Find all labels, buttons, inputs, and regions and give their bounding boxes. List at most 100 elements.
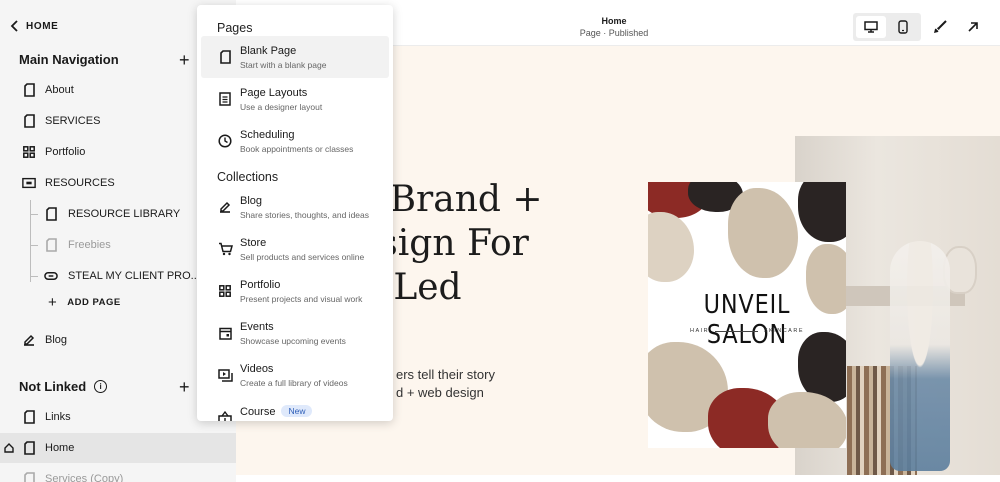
paint-blot bbox=[798, 182, 846, 242]
pages-heading: Pages bbox=[217, 21, 253, 35]
menu-item-title: Blank Page bbox=[240, 45, 297, 57]
menu-item-title: Scheduling bbox=[240, 129, 295, 141]
page-status: Page · Published bbox=[579, 28, 649, 38]
paint-blot bbox=[648, 212, 694, 282]
not-linked-title: Not Linked bbox=[19, 379, 87, 394]
sidebar-item-label: Blog bbox=[45, 334, 68, 346]
design-brush-button[interactable] bbox=[930, 17, 950, 37]
chevron-left-icon bbox=[10, 20, 18, 32]
sidebar-item-label: About bbox=[45, 84, 74, 96]
menu-item-title: Page Layouts bbox=[240, 87, 308, 99]
page-icon bbox=[217, 49, 233, 65]
desktop-view-button[interactable] bbox=[856, 16, 886, 38]
clock-icon bbox=[217, 133, 233, 149]
mobile-view-button[interactable] bbox=[888, 16, 918, 38]
card-tag-divider bbox=[715, 330, 758, 332]
arrow-up-right-icon bbox=[968, 22, 978, 32]
menu-item-subtitle: Sell products and services online bbox=[240, 252, 365, 262]
course-title: Course bbox=[240, 406, 276, 418]
not-linked-header: Not Linked i + bbox=[19, 378, 190, 396]
menu-item-videos[interactable]: Videos Create a full library of videos bbox=[201, 354, 389, 396]
menu-item-subtitle: Use a designer layout bbox=[240, 102, 323, 112]
hero-sub-line-1: ers tell their story bbox=[396, 367, 495, 382]
video-library-icon bbox=[217, 367, 233, 383]
menu-item-title: Course New bbox=[240, 405, 313, 418]
menu-item-scheduling[interactable]: Scheduling Book appointments or classes bbox=[201, 120, 389, 162]
paint-blot bbox=[728, 188, 798, 278]
add-main-nav-button[interactable]: + bbox=[179, 51, 190, 69]
main-navigation-header: Main Navigation + bbox=[19, 51, 190, 69]
folder-icon bbox=[22, 176, 36, 190]
add-page-label: ADD PAGE bbox=[67, 297, 121, 308]
add-page-button[interactable]: + ADD PAGE bbox=[48, 294, 121, 311]
sidebar-item-label: Home bbox=[45, 442, 75, 454]
page-icon bbox=[22, 441, 36, 455]
page-icon bbox=[22, 410, 36, 424]
add-page-menu: Pages Blank Page Start with a blank page… bbox=[197, 5, 393, 421]
menu-item-blog[interactable]: Blog Share stories, thoughts, and ideas bbox=[201, 186, 389, 228]
sidebar-item-label: Services (Copy) bbox=[45, 473, 124, 482]
home-back-link[interactable]: HOME bbox=[10, 20, 58, 32]
menu-item-title: Events bbox=[240, 321, 274, 333]
paintbrush-icon bbox=[934, 20, 947, 33]
page-icon bbox=[22, 83, 36, 97]
new-badge: New bbox=[281, 405, 313, 417]
home-icon bbox=[4, 443, 14, 453]
blog-edit-icon bbox=[217, 199, 233, 215]
add-not-linked-button[interactable]: + bbox=[179, 378, 190, 396]
menu-item-page-layouts[interactable]: Page Layouts Use a designer layout bbox=[201, 78, 389, 120]
grid-icon bbox=[217, 283, 233, 299]
main-navigation-title: Main Navigation bbox=[19, 52, 119, 67]
menu-item-events[interactable]: Events Showcase upcoming events bbox=[201, 312, 389, 354]
menu-item-store[interactable]: Store Sell products and services online bbox=[201, 228, 389, 270]
page-icon bbox=[22, 472, 36, 482]
page-icon bbox=[44, 238, 58, 252]
sidebar-item-label: STEAL MY CLIENT PRO... bbox=[68, 270, 200, 282]
sidebar-item-label: Links bbox=[45, 411, 71, 423]
card-brand-tagline: HAIR SKINCARE bbox=[690, 328, 804, 334]
menu-item-subtitle: Share stories, thoughts, and ideas bbox=[240, 210, 369, 220]
link-icon bbox=[44, 269, 58, 283]
page-title: Home bbox=[601, 16, 627, 26]
plus-icon: + bbox=[48, 294, 58, 311]
device-toggle bbox=[853, 13, 921, 41]
sidebar-item-home[interactable]: Home bbox=[0, 433, 236, 463]
sidebar-item-label: Portfolio bbox=[45, 146, 86, 158]
menu-item-title: Store bbox=[240, 237, 267, 249]
course-icon bbox=[217, 409, 233, 421]
sidebar-item-label: RESOURCE LIBRARY bbox=[68, 208, 181, 220]
menu-item-title: Blog bbox=[240, 195, 263, 207]
collections-heading: Collections bbox=[217, 170, 279, 184]
info-icon[interactable]: i bbox=[94, 380, 108, 393]
blog-edit-icon bbox=[22, 333, 36, 347]
layout-icon bbox=[217, 91, 233, 107]
calendar-icon bbox=[217, 325, 233, 341]
photo-person bbox=[890, 241, 950, 471]
grid-icon bbox=[22, 145, 36, 159]
menu-item-course[interactable]: Course New bbox=[201, 396, 389, 421]
menu-item-title: Videos bbox=[240, 363, 274, 375]
cart-icon bbox=[217, 241, 233, 257]
menu-item-subtitle: Book appointments or classes bbox=[240, 144, 354, 154]
open-external-button[interactable] bbox=[963, 17, 983, 37]
sidebar-item-services-copy[interactable]: Services (Copy) bbox=[0, 464, 236, 482]
sidebar-item-label: SERVICES bbox=[45, 115, 101, 127]
card-tag-left: HAIR bbox=[690, 328, 710, 334]
menu-item-blank-page[interactable]: Blank Page Start with a blank page bbox=[201, 36, 389, 78]
sidebar-item-label: Freebies bbox=[68, 239, 111, 251]
page-icon bbox=[22, 114, 36, 128]
menu-item-subtitle: Showcase upcoming events bbox=[240, 336, 346, 346]
home-label: HOME bbox=[26, 20, 59, 32]
hero-sub-line-2: d + web design bbox=[396, 385, 484, 400]
menu-item-subtitle: Present projects and visual work bbox=[240, 294, 363, 304]
brand-card-image: UNVEIL SALON HAIR SKINCARE bbox=[648, 182, 846, 448]
menu-item-title: Portfolio bbox=[240, 279, 281, 291]
card-tag-right: SKINCARE bbox=[763, 328, 804, 334]
card-brand-title: UNVEIL SALON bbox=[703, 290, 791, 350]
menu-item-subtitle: Create a full library of videos bbox=[240, 378, 348, 388]
menu-item-portfolio[interactable]: Portfolio Present projects and visual wo… bbox=[201, 270, 389, 312]
hero-subtext: ers tell their story d + web design bbox=[396, 366, 495, 402]
menu-item-subtitle: Start with a blank page bbox=[240, 60, 327, 70]
sidebar-item-label: RESOURCES bbox=[45, 177, 115, 189]
mobile-icon bbox=[898, 20, 908, 34]
